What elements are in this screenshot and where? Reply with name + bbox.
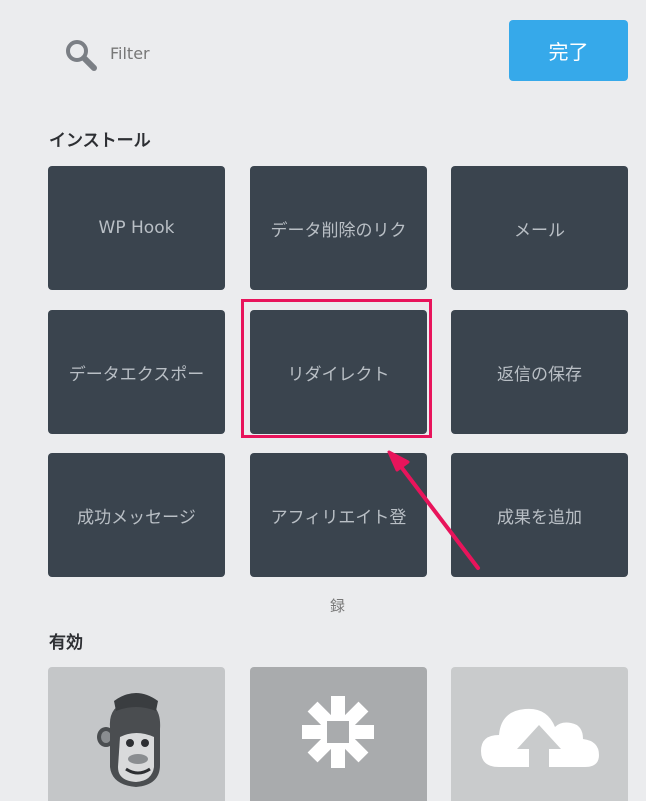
action-tile-wp-hook[interactable]: WP Hook xyxy=(48,166,225,290)
tile-label: データエクスポー xyxy=(68,364,205,385)
tile-label: メール xyxy=(514,220,565,241)
section-title-installed: インストール xyxy=(49,131,151,151)
action-tile-email[interactable]: メール xyxy=(451,166,628,290)
tile-label: データ削除のリク xyxy=(270,220,407,241)
tile-label: 返信の保存 xyxy=(497,364,582,385)
search-icon xyxy=(66,40,97,71)
top-bar: 完了 xyxy=(0,0,646,100)
action-tile-zapier[interactable] xyxy=(250,667,427,801)
tile-label: 成功メッセージ xyxy=(77,507,196,528)
cloud-upload-icon xyxy=(481,708,599,767)
tile-label: 成果を追加 xyxy=(497,507,582,528)
action-tile-redirect[interactable]: リダイレクト xyxy=(250,310,427,434)
section-title-active: 有効 xyxy=(49,633,83,653)
tile-label-overflow: 録 xyxy=(330,597,346,615)
action-tile-add-conversion[interactable]: 成果を追加 xyxy=(451,453,628,577)
action-tile-save-reply[interactable]: 返信の保存 xyxy=(451,310,628,434)
action-tile-success-message[interactable]: 成功メッセージ xyxy=(48,453,225,577)
action-tile-affiliate-registration[interactable]: アフィリエイト登 xyxy=(250,453,427,577)
action-tile-data-deletion[interactable]: データ削除のリク xyxy=(250,166,427,290)
tile-label: リダイレクト xyxy=(287,364,390,385)
mailchimp-icon xyxy=(97,693,161,787)
zapier-icon xyxy=(302,696,374,768)
tile-label: WP Hook xyxy=(98,218,175,238)
action-tile-data-export[interactable]: データエクスポー xyxy=(48,310,225,434)
done-button[interactable]: 完了 xyxy=(509,20,628,81)
action-tile-mailchimp[interactable] xyxy=(48,667,225,801)
action-tile-cloud-upload[interactable] xyxy=(451,667,628,801)
tile-label: アフィリエイト登 xyxy=(270,507,407,528)
filter-input[interactable] xyxy=(110,36,360,70)
